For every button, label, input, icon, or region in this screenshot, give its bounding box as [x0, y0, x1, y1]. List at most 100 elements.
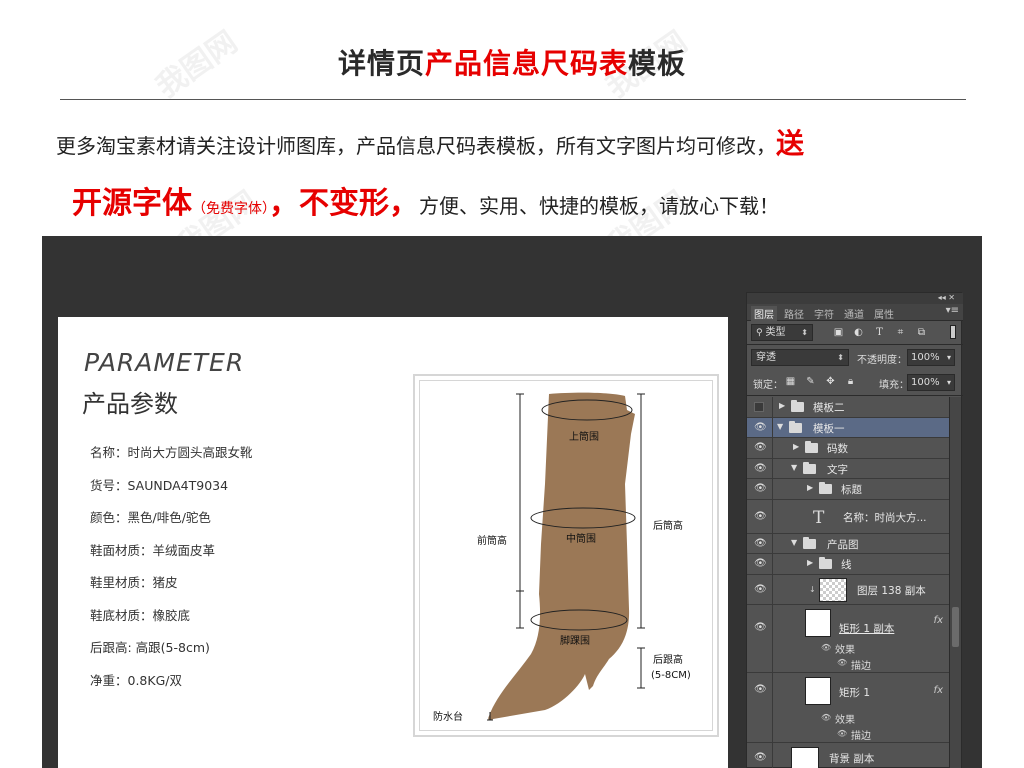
eye-icon[interactable]: 👁︎	[754, 684, 767, 695]
layer-thumbnail	[805, 609, 831, 637]
blend-mode-value: 穿透	[756, 352, 776, 363]
folder-icon	[819, 482, 832, 494]
folder-icon	[789, 420, 802, 433]
panel-window-controls[interactable]: ◂◂ ✕	[938, 293, 955, 302]
spec-list: 名称：时尚大方圆头高跟女靴 货号：SAUNDA4T9034 颜色：黑色/啡色/驼…	[90, 442, 253, 702]
filter-smart-icon[interactable]: ⧉	[916, 327, 927, 338]
eye-icon[interactable]: 👁︎	[754, 558, 767, 569]
layer-rect1[interactable]: 👁︎ 矩形 1 fx 👁︎ 效果 👁︎ 描边	[747, 673, 949, 743]
lock-paint-icon[interactable]: ✎	[805, 376, 816, 387]
layer-thumbnail	[819, 578, 847, 602]
chevron-right-icon[interactable]: ▶	[793, 442, 799, 451]
intro-line1-red: 送	[776, 127, 805, 160]
chevron-right-icon[interactable]: ▶	[807, 483, 813, 492]
opacity-value: 100%	[911, 352, 940, 363]
fill-label: 填充：	[879, 380, 909, 391]
tab-character[interactable]: 字符	[811, 306, 837, 321]
filter-shape-icon[interactable]: ⌗	[895, 327, 906, 338]
chevron-down-icon[interactable]: ▼	[791, 463, 797, 472]
tab-properties[interactable]: 属性	[871, 306, 897, 321]
layer-group-template1[interactable]: 👁︎ ▼ 模板一	[747, 418, 949, 438]
boot-diagram: 上筒围 中筒围 脚踝围 前筒高 后筒高 后跟高 (5-8CM) 防水台	[433, 392, 691, 723]
fill-value: 100%	[911, 377, 940, 388]
filter-pixel-icon[interactable]: ▣	[833, 327, 844, 338]
chevron-right-icon[interactable]: ▶	[779, 401, 785, 410]
layers-scrollbar[interactable]	[949, 397, 961, 768]
layer-name: 矩形 1 副本	[839, 623, 895, 635]
eye-icon[interactable]: 👁︎	[754, 622, 767, 633]
opacity-field[interactable]: 100% ▾	[907, 349, 955, 366]
eye-icon[interactable]: 👁︎	[821, 643, 831, 652]
eye-icon[interactable]: 👁︎	[754, 584, 767, 595]
layer-group-product-image[interactable]: 👁︎ ▼ 产品图	[747, 534, 949, 554]
eye-icon[interactable]: 👁︎	[754, 483, 767, 494]
chevron-down-icon[interactable]: ▼	[777, 422, 783, 431]
header-divider	[60, 99, 966, 100]
spec-item: 鞋底材质：橡胶底	[90, 607, 191, 623]
eye-icon[interactable]: 👁︎	[821, 713, 831, 722]
panel-tabs: 图层 路径 字符 通道 属性 ▾≡	[747, 304, 963, 321]
layer-138-copy[interactable]: 👁︎ ↓ 图层 138 副本	[747, 575, 949, 605]
boot-silhouette	[488, 392, 635, 721]
lock-all-icon[interactable]: 🔒︎	[845, 376, 856, 387]
title-suffix: 模板	[628, 47, 687, 80]
layer-group-sizes[interactable]: 👁︎ ▶ 码数	[747, 438, 949, 459]
layer-background-copy[interactable]: 👁︎ 背景 副本	[747, 743, 949, 768]
layer-group-template2[interactable]: ▶ 模板二	[747, 397, 949, 418]
eye-icon[interactable]: 👁︎	[754, 538, 767, 549]
layer-filter-select[interactable]: ⚲ 类型 ⬍	[751, 324, 813, 341]
layer-name: 名称：时尚大方...	[843, 511, 927, 524]
spec-item: 后跟高: 高跟(5-8cm)	[90, 640, 210, 655]
lock-transparent-icon[interactable]: ▦	[785, 376, 796, 387]
label-platform: 防水台	[433, 710, 463, 723]
tab-paths[interactable]: 路径	[781, 306, 807, 321]
tab-layers[interactable]: 图层	[751, 306, 777, 321]
label-ankle-circ: 脚踝围	[560, 634, 590, 647]
fx-icon[interactable]: fx	[934, 685, 943, 696]
fill-field[interactable]: 100% ▾	[907, 374, 955, 391]
eye-icon[interactable]: 👁︎	[837, 729, 847, 738]
layer-rect1-copy[interactable]: 👁︎ 矩形 1 副本 fx 👁︎ 效果 👁︎ 描边	[747, 605, 949, 673]
lock-move-icon[interactable]: ✥	[825, 376, 836, 387]
eye-icon[interactable]: 👁︎	[754, 752, 767, 763]
effects-label: 效果	[835, 645, 855, 656]
folder-icon	[803, 536, 816, 549]
chevron-right-icon[interactable]: ▶	[807, 558, 813, 567]
parameter-heading-en: PARAMETER	[84, 348, 245, 377]
text-layer-icon: T	[813, 507, 825, 528]
chevron-down-icon[interactable]: ▼	[791, 538, 797, 547]
layer-group-title[interactable]: 👁︎ ▶ 标题	[747, 479, 949, 500]
layer-name: 矩形 1	[839, 687, 871, 699]
layer-group-lines[interactable]: 👁︎ ▶ 线	[747, 554, 949, 575]
effects-label: 效果	[835, 715, 855, 726]
label-back-height: 后筒高	[653, 519, 683, 532]
scrollbar-thumb[interactable]	[952, 607, 959, 647]
tab-channels[interactable]: 通道	[841, 306, 867, 321]
label-mid-circ: 中筒围	[566, 532, 596, 545]
stroke-label: 描边	[851, 661, 871, 672]
layer-name: 模板二	[813, 402, 845, 414]
parameter-heading-cn: 产品参数	[82, 390, 178, 418]
eye-icon[interactable]: 👁︎	[754, 511, 767, 522]
filter-adjust-icon[interactable]: ◐	[853, 327, 864, 338]
eye-icon[interactable]: 👁︎	[754, 442, 767, 453]
page-title: 详情页产品信息尺码表模板	[0, 42, 1024, 82]
folder-icon	[791, 400, 804, 412]
panel-menu-icon[interactable]: ▾≡	[946, 305, 959, 316]
layer-text-name[interactable]: 👁︎ T 名称：时尚大方...	[747, 500, 949, 534]
label-upper-circ: 上筒围	[569, 430, 599, 443]
eye-icon[interactable]: 👁︎	[837, 658, 847, 667]
eye-icon[interactable]: 👁︎	[754, 422, 767, 433]
filter-toggle[interactable]	[950, 325, 956, 339]
spec-item: 货号：SAUNDA4T9034	[90, 477, 229, 493]
visibility-toggle-off[interactable]	[754, 402, 764, 412]
spec-item: 鞋里材质：猪皮	[90, 575, 178, 590]
filter-type-icon[interactable]: T	[874, 327, 885, 338]
intro-line-2: 开源字体（免费字体），不变形，方便、实用、快捷的模板，请放心下载！	[72, 178, 972, 222]
eye-icon[interactable]: 👁︎	[754, 463, 767, 474]
spec-item: 鞋面材质：羊绒面皮革	[90, 542, 216, 558]
layer-name: 文字	[827, 463, 848, 476]
layer-group-text[interactable]: 👁︎ ▼ 文字	[747, 459, 949, 479]
blend-mode-select[interactable]: 穿透 ⬍	[751, 349, 849, 366]
fx-icon[interactable]: fx	[934, 615, 943, 626]
